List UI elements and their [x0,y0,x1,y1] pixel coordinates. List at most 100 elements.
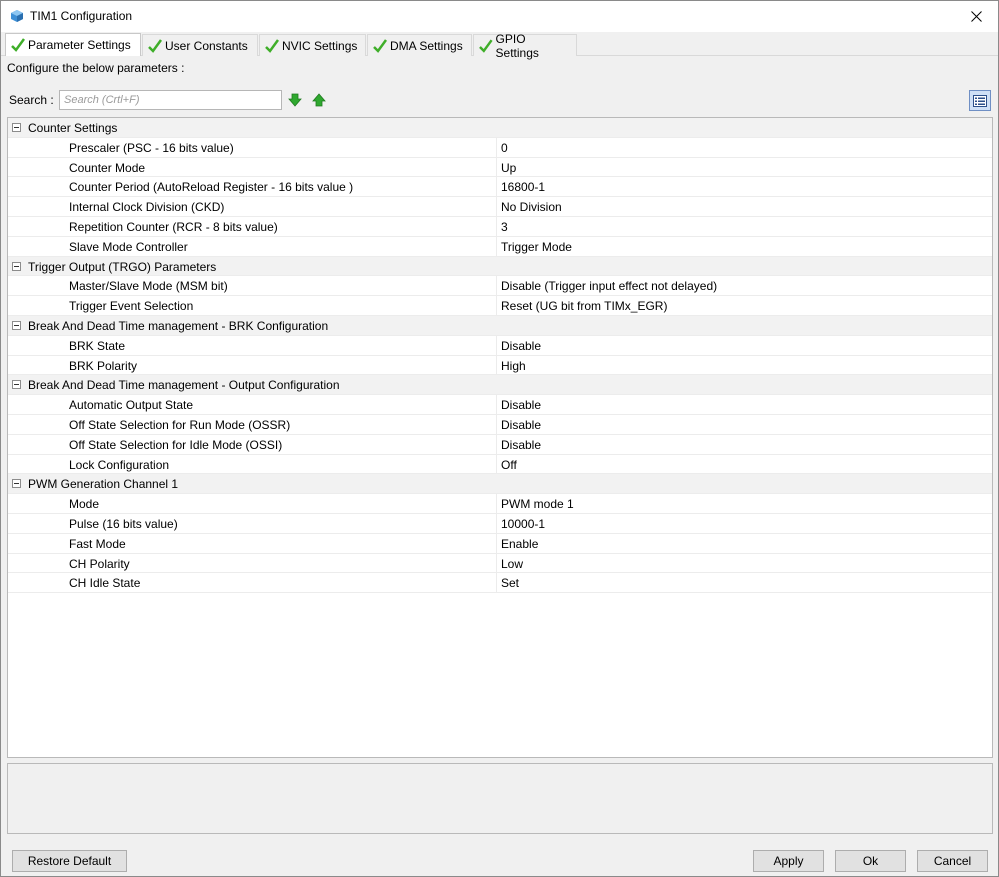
param-value[interactable]: Disable [501,398,541,412]
check-icon [373,38,388,53]
tab-dma-settings[interactable]: DMA Settings [367,34,472,56]
param-row[interactable]: Off State Selection for Idle Mode (OSSI)… [8,434,992,455]
param-row[interactable]: Internal Clock Division (CKD) No Divisio… [8,197,992,217]
param-name: Prescaler (PSC - 16 bits value) [69,140,234,155]
param-name: Lock Configuration [69,457,170,472]
param-row[interactable]: Prescaler (PSC - 16 bits value) 0 [8,137,992,158]
param-name: CH Polarity [69,556,130,571]
param-name: Internal Clock Division (CKD) [69,200,225,215]
param-row[interactable]: BRK State Disable [8,335,992,356]
param-row[interactable]: CH Idle State Set [8,573,992,594]
search-previous-arrow-icon[interactable] [312,93,326,107]
param-name: Master/Slave Mode (MSM bit) [69,279,228,294]
param-value[interactable]: High [501,359,526,373]
param-name: Off State Selection for Idle Mode (OSSI) [69,437,283,452]
list-view-icon [973,94,987,107]
param-value[interactable]: Trigger Mode [501,240,572,254]
cancel-button[interactable]: Cancel [917,850,988,872]
tab-strip: Parameter Settings User Constants NVIC S… [1,32,998,60]
param-row[interactable]: Pulse (16 bits value) 10000-1 [8,514,992,534]
param-value[interactable]: 3 [501,220,508,234]
collapse-toggle-icon[interactable] [12,321,21,330]
param-value[interactable]: 10000-1 [501,517,545,531]
tab-label: DMA Settings [390,38,463,53]
search-input[interactable] [59,90,282,110]
param-row[interactable]: Master/Slave Mode (MSM bit) Disable (Tri… [8,276,992,297]
param-name: Automatic Output State [69,398,194,413]
group-row-output-configuration[interactable]: Break And Dead Time management - Output … [8,375,992,396]
param-row[interactable]: BRK Polarity High [8,355,992,376]
param-value[interactable]: No Division [501,200,562,214]
close-button[interactable] [954,1,998,31]
param-row[interactable]: CH Polarity Low [8,553,992,574]
description-panel [7,763,993,834]
param-value[interactable]: Disable [501,339,541,353]
group-row-pwm-generation-channel-1[interactable]: PWM Generation Channel 1 [8,474,992,495]
check-icon [148,38,163,53]
param-name: Counter Mode [69,160,146,175]
tab-user-constants[interactable]: User Constants [142,34,258,56]
group-row-counter-settings[interactable]: Counter Settings [8,118,992,138]
param-name: Counter Period (AutoReload Register - 16… [69,180,354,195]
param-value[interactable]: Disable [501,418,541,432]
ok-button[interactable]: Ok [835,850,906,872]
check-icon [479,38,493,53]
param-value[interactable]: Set [501,576,519,590]
tim1-configuration-dialog: TIM1 Configuration Parameter Settings Us… [0,0,999,877]
param-row[interactable]: Fast Mode Enable [8,533,992,554]
tab-label: Parameter Settings [28,38,131,52]
tab-nvic-settings[interactable]: NVIC Settings [259,34,366,56]
tab-parameter-settings[interactable]: Parameter Settings [5,33,141,56]
collapse-toggle-icon[interactable] [12,261,21,271]
param-name: BRK Polarity [69,358,138,373]
param-row[interactable]: Repetition Counter (RCR - 8 bits value) … [8,217,992,237]
param-value[interactable]: 16800-1 [501,180,545,194]
instructions-text: Configure the below parameters : [7,61,185,75]
param-value[interactable]: Disable (Trigger input effect not delaye… [501,279,717,293]
group-row-brk-configuration[interactable]: Break And Dead Time management - BRK Con… [8,316,992,336]
param-row[interactable]: Mode PWM mode 1 [8,494,992,514]
check-icon [11,38,26,52]
collapse-toggle-icon[interactable] [12,479,21,489]
param-name: Trigger Event Selection [69,299,194,314]
search-next-arrow-icon[interactable] [288,93,302,107]
param-name: Off State Selection for Run Mode (OSSR) [69,418,291,432]
group-name: Trigger Output (TRGO) Parameters [28,259,217,274]
param-row[interactable]: Trigger Event Selection Reset (UG bit fr… [8,296,992,316]
group-row-trigger-output[interactable]: Trigger Output (TRGO) Parameters [8,256,992,277]
param-value[interactable]: Off [501,458,517,472]
param-row[interactable]: Counter Mode Up [8,157,992,178]
param-name: BRK State [69,338,126,353]
param-row[interactable]: Counter Period (AutoReload Register - 16… [8,177,992,198]
param-row[interactable]: Slave Mode Controller Trigger Mode [8,236,992,257]
toggle-view-button[interactable] [969,90,991,111]
apply-button[interactable]: Apply [753,850,824,872]
param-name: CH Idle State [69,576,141,591]
param-row[interactable]: Off State Selection for Run Mode (OSSR) … [8,415,992,435]
window-title: TIM1 Configuration [30,9,133,23]
tab-label: User Constants [165,38,248,53]
close-icon [970,10,982,22]
param-value[interactable]: Disable [501,438,541,452]
param-value[interactable]: PWM mode 1 [501,497,574,511]
group-name: Break And Dead Time management - Output … [28,378,340,393]
param-value[interactable]: Reset (UG bit from TIMx_EGR) [501,299,667,313]
param-value[interactable]: Enable [501,537,538,551]
restore-default-button[interactable]: Restore Default [12,850,127,872]
param-name: Fast Mode [69,536,126,551]
app-cube-icon [11,10,23,22]
param-row[interactable]: Automatic Output State Disable [8,395,992,415]
search-label: Search : [9,93,54,107]
param-value[interactable]: Up [501,161,516,175]
group-name: PWM Generation Channel 1 [28,477,179,492]
collapse-toggle-icon[interactable] [12,123,21,132]
param-name: Pulse (16 bits value) [69,517,178,531]
title-bar[interactable]: TIM1 Configuration [1,1,998,32]
param-value[interactable]: Low [501,557,523,571]
tab-gpio-settings[interactable]: GPIO Settings [473,32,577,60]
param-row[interactable]: Lock Configuration Off [8,454,992,475]
parameter-grid: Counter Settings Prescaler (PSC - 16 bit… [7,117,993,758]
group-name: Counter Settings [28,121,118,135]
collapse-toggle-icon[interactable] [12,380,21,390]
param-value[interactable]: 0 [501,141,508,155]
